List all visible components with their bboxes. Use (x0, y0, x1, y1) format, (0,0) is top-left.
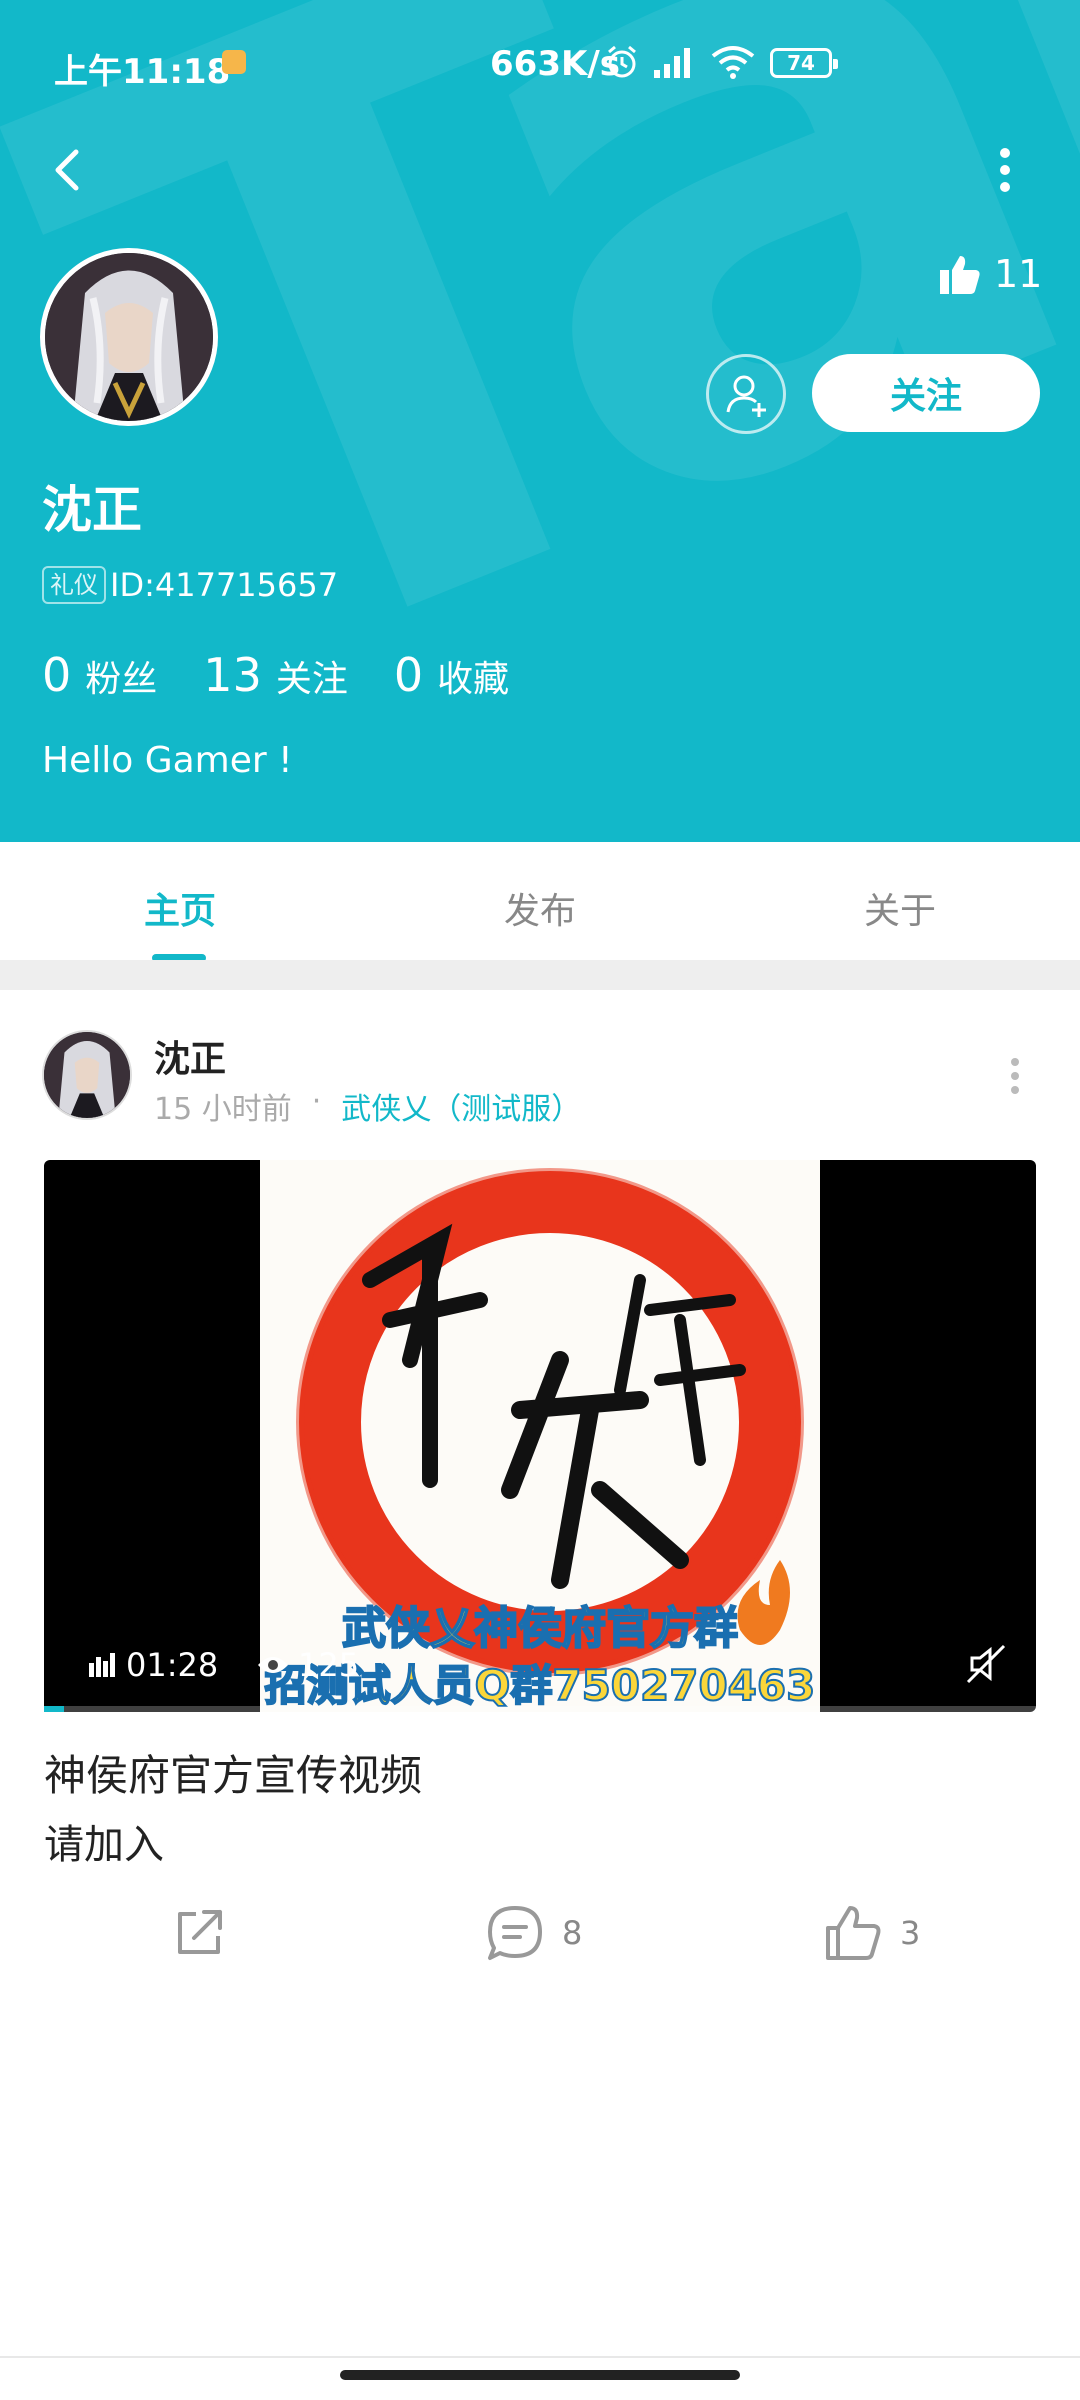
mute-icon[interactable] (964, 1642, 1008, 1686)
tab-posts[interactable]: 发布 (360, 842, 720, 960)
stat-following[interactable]: 13 关注 (203, 648, 348, 702)
share-icon (178, 1910, 222, 1954)
stat-following-count: 13 (203, 648, 262, 702)
video-thumbnail: 武侠乂神侯府官方群 招测试人员Q群750270463 (260, 1160, 820, 1712)
video-duration: 01:28 (88, 1646, 218, 1684)
video-progress-track (44, 1706, 1036, 1712)
stat-favorites[interactable]: 0 收藏 (394, 648, 509, 702)
stat-favorites-label: 收藏 (437, 659, 510, 700)
add-friend-button[interactable] (706, 354, 786, 434)
bottom-divider (0, 2356, 1080, 2358)
stat-fans-label: 粉丝 (85, 659, 158, 700)
like-count: 3 (900, 1914, 921, 1952)
user-badge: 礼仪 (42, 566, 106, 604)
video-views: 125 (256, 1646, 359, 1684)
avatar-image (45, 253, 213, 421)
like-button[interactable]: 3 (824, 1904, 920, 1962)
video-progress-fill (44, 1706, 64, 1712)
thumbs-up-icon (940, 256, 980, 294)
eye-icon (258, 1657, 288, 1673)
post-author-name[interactable]: 沈正 (154, 1030, 226, 1082)
stat-favorites-count: 0 (393, 648, 424, 702)
more-vertical-icon[interactable] (980, 140, 1030, 200)
tab-home[interactable]: 主页 (0, 842, 360, 960)
tab-about[interactable]: 关于 (720, 842, 1080, 960)
profile-username: 沈正 (42, 481, 142, 539)
wifi-icon (711, 46, 755, 79)
stat-fans[interactable]: 0 粉丝 (42, 648, 157, 702)
user-id: ID:417715657 (110, 566, 339, 604)
notification-icon (222, 50, 246, 74)
like-icon (826, 1906, 881, 1960)
meta-separator: · (311, 1084, 322, 1119)
profile-id-row: 礼仪 ID:417715657 (42, 566, 338, 604)
stat-following-label: 关注 (275, 659, 348, 700)
signal-icon (654, 48, 690, 78)
profile-stats: 0 粉丝 13 关注 0 收藏 (42, 648, 509, 702)
comment-button[interactable]: 8 (486, 1904, 582, 1962)
bars-icon (89, 1653, 115, 1677)
post-avatar-image (44, 1032, 130, 1118)
video-views-text: 125 (298, 1646, 360, 1684)
comment-icon (488, 1906, 542, 1960)
video-duration-text: 01:28 (126, 1646, 219, 1684)
back-arrow-icon[interactable] (40, 140, 100, 200)
status-time: 上午11:18 (54, 52, 231, 92)
status-bar: 上午11:18 663K/s 74 (0, 0, 1080, 130)
profile-tabs: 主页 发布 关于 (0, 842, 1080, 960)
add-friend-icon (726, 375, 766, 417)
alarm-icon (608, 45, 636, 78)
stat-fans-count: 0 (42, 648, 72, 702)
post-title[interactable]: 神侯府官方宣传视频 (44, 1742, 422, 1803)
profile-likes-count: 11 (994, 252, 1043, 296)
section-divider (0, 960, 1080, 990)
post-time: 15 小时前 (154, 1092, 292, 1127)
post-more-icon[interactable] (1000, 1056, 1030, 1096)
follow-button[interactable]: 关注 (812, 354, 1040, 432)
battery-indicator: 74 (770, 48, 838, 78)
post-meta: 15 小时前 · 武侠乂（测试服） (154, 1084, 581, 1128)
network-speed: 663K/s (490, 44, 620, 84)
comment-count: 8 (562, 1914, 583, 1952)
profile-bio: Hello Gamer ! (42, 740, 293, 781)
post-video[interactable]: 武侠乂神侯府官方群 招测试人员Q群750270463 01:28 125 (44, 1160, 1036, 1712)
home-indicator[interactable] (340, 2370, 740, 2380)
share-button[interactable] (170, 1904, 228, 1962)
post-body[interactable]: 请加入 (44, 1812, 164, 1870)
avatar[interactable] (40, 248, 218, 426)
post-game-link[interactable]: 武侠乂（测试服） (341, 1084, 581, 1128)
profile-header: TapTap 上午11:18 663K/s 74 (0, 0, 1080, 842)
profile-likes[interactable]: 11 (938, 252, 1042, 296)
post-author-avatar[interactable] (42, 1030, 132, 1120)
